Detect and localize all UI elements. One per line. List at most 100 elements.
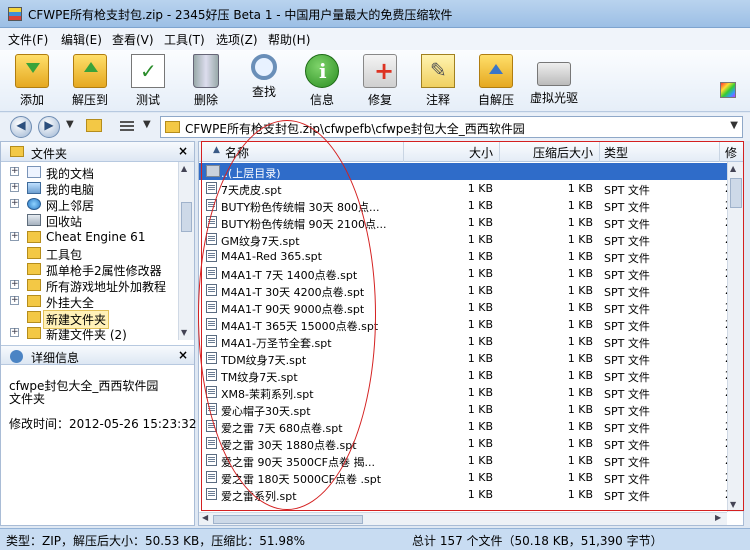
file-row[interactable]: 7天虎皮.spt1 KB1 KBSPT 文件2 <box>199 180 732 197</box>
info-button[interactable]: 信息 <box>295 52 349 110</box>
tree-item-new-folder[interactable]: 新建文件夹 <box>1 309 178 329</box>
menu-options[interactable]: 选项(Z) <box>216 31 258 48</box>
parent-directory-row[interactable]: ..(上层目录) <box>199 163 727 180</box>
tree-item-attribute-modifier[interactable]: 孤单枪手2属性修改器 <box>1 261 178 278</box>
expand-icon[interactable]: + <box>10 232 19 241</box>
file-row[interactable]: M4A1-Red 365.spt1 KB1 KBSPT 文件2 <box>199 248 732 265</box>
find-button[interactable]: 查找 <box>237 52 291 110</box>
view-mode-icon[interactable] <box>120 121 134 132</box>
column-divider[interactable] <box>719 142 720 162</box>
extract-to-button[interactable]: 解压到 <box>63 52 117 110</box>
history-dropdown-icon[interactable]: ▼ <box>66 119 74 130</box>
sfx-button[interactable]: 自解压 <box>469 52 523 110</box>
add-button[interactable]: 添加 <box>5 52 59 110</box>
menu-view[interactable]: 查看(V) <box>112 31 154 48</box>
expand-icon[interactable]: + <box>10 167 19 176</box>
scroll-up-icon[interactable]: ▲ <box>730 164 736 173</box>
folder-tree-scrollbar[interactable]: ▲ ▼ <box>178 162 194 340</box>
file-type: SPT 文件 <box>604 286 650 299</box>
view-dropdown-icon[interactable]: ▼ <box>143 119 151 130</box>
test-button[interactable]: 测试 <box>121 52 175 110</box>
tree-item-toolkit[interactable]: 工具包 <box>1 245 178 262</box>
file-row[interactable]: GM纹身7天.spt1 KB1 KBSPT 文件2 <box>199 231 732 248</box>
file-row[interactable]: 爱心帽子30天.spt1 KB1 KBSPT 文件2 <box>199 401 732 418</box>
scroll-down-icon[interactable]: ▼ <box>730 500 736 509</box>
menu-edit[interactable]: 编辑(E) <box>61 31 102 48</box>
menu-file[interactable]: 文件(F) <box>8 31 48 48</box>
file-row[interactable]: XM8-茉莉系列.spt1 KB1 KBSPT 文件2 <box>199 384 732 401</box>
column-modified[interactable]: 修 <box>725 144 737 161</box>
menu-tools[interactable]: 工具(T) <box>164 31 205 48</box>
tree-item-recycle-bin[interactable]: 回收站 <box>1 212 178 229</box>
file-row[interactable]: BUTY粉色传统帽 30天 800点...1 KB1 KBSPT 文件2 <box>199 197 732 214</box>
column-divider[interactable] <box>599 142 600 162</box>
expand-icon[interactable]: + <box>10 328 19 337</box>
file-size: 1 KB <box>467 233 493 246</box>
scroll-up-icon[interactable]: ▲ <box>181 164 187 173</box>
file-packed-size: 1 KB <box>567 250 593 263</box>
scroll-thumb[interactable] <box>730 178 742 208</box>
file-size: 1 KB <box>467 301 493 314</box>
file-row[interactable]: M4A1-T 30天 4200点卷.spt1 KB1 KBSPT 文件2 <box>199 282 732 299</box>
expand-icon[interactable]: + <box>10 296 19 305</box>
repair-button[interactable]: 修复 <box>353 52 407 110</box>
file-row[interactable]: 爱之雷 30天 1880点卷.spt1 KB1 KBSPT 文件2 <box>199 435 732 452</box>
scroll-down-icon[interactable]: ▼ <box>181 328 187 337</box>
left-panel: 文件夹 × + 我的文档 + 我的电脑 + 网上邻居 回收站 + Cheat E… <box>0 141 196 526</box>
file-packed-size: 1 KB <box>567 182 593 195</box>
add-archive-icon <box>15 54 49 88</box>
tree-item-game-addresses[interactable]: + 所有游戏地址外加教程 <box>1 277 178 294</box>
file-row[interactable]: 爱之雷 180天 5000CF点卷 .spt1 KB1 KBSPT 文件2 <box>199 469 732 486</box>
file-name: 爱之雷 180天 5000CF点卷 .spt <box>221 473 382 486</box>
close-icon[interactable]: × <box>178 348 188 362</box>
scroll-left-icon[interactable]: ◀ <box>202 513 208 522</box>
file-row[interactable]: 爱之雷 7天 680点卷.spt1 KB1 KBSPT 文件2 <box>199 418 732 435</box>
file-list-scrollbar[interactable]: ▲ ▼ <box>727 162 743 512</box>
haozip-app-icon[interactable] <box>8 7 22 21</box>
file-row[interactable]: TM纹身7天.spt1 KB1 KBSPT 文件2 <box>199 367 732 384</box>
file-row[interactable]: 爱之雷 90天 3500CF点卷 揭...1 KB1 KBSPT 文件2 <box>199 452 732 469</box>
delete-button[interactable]: 删除 <box>179 52 233 110</box>
tree-item-new-folder-2[interactable]: + 新建文件夹 (2) <box>1 325 178 342</box>
virtual-drive-button[interactable]: 虚拟光驱 <box>527 52 581 110</box>
virtual-drive-label: 虚拟光驱 <box>529 91 578 105</box>
path-dropdown-icon[interactable]: ▼ <box>730 120 738 131</box>
file-row[interactable]: M4A1-T 7天 1400点卷.spt1 KB1 KBSPT 文件2 <box>199 265 732 282</box>
file-row[interactable]: M4A1-T 365天 15000点卷.spt1 KB1 KBSPT 文件2 <box>199 316 732 333</box>
scroll-right-icon[interactable]: ▶ <box>715 513 721 522</box>
column-divider[interactable] <box>499 142 500 162</box>
file-row[interactable]: BUTY粉色传统帽 90天 2100点...1 KB1 KBSPT 文件2 <box>199 214 732 231</box>
file-row[interactable]: M4A1-T 90天 9000点卷.spt1 KB1 KBSPT 文件2 <box>199 299 732 316</box>
file-list-hscrollbar[interactable]: ◀ ▶ <box>199 512 727 525</box>
tree-item-label: Cheat Engine 61 <box>46 230 146 244</box>
file-row[interactable]: M4A1-万圣节全套.spt1 KB1 KBSPT 文件2 <box>199 333 732 350</box>
file-size: 1 KB <box>467 386 493 399</box>
tree-item-cheat-engine[interactable]: + Cheat Engine 61 <box>1 229 178 245</box>
file-packed-size: 1 KB <box>567 199 593 212</box>
menu-help[interactable]: 帮助(H) <box>268 31 310 48</box>
tree-item-plugins[interactable]: + 外挂大全 <box>1 293 178 310</box>
tree-item-my-computer[interactable]: + 我的电脑 <box>1 180 178 197</box>
back-button[interactable]: ◀ <box>10 116 32 138</box>
file-row[interactable]: 爱之雷系列.spt1 KB1 KBSPT 文件2 <box>199 486 732 503</box>
expand-icon[interactable]: + <box>10 183 19 192</box>
forward-button[interactable]: ▶ <box>38 116 60 138</box>
file-row[interactable]: TDM纹身7天.spt1 KB1 KBSPT 文件2 <box>199 350 732 367</box>
close-icon[interactable]: × <box>178 144 188 158</box>
scroll-thumb[interactable] <box>213 515 363 524</box>
scroll-thumb[interactable] <box>181 202 192 232</box>
column-name[interactable]: 名称 <box>225 144 249 161</box>
column-divider[interactable] <box>403 142 404 162</box>
column-type[interactable]: 类型 <box>604 144 628 161</box>
expand-icon[interactable]: + <box>10 280 19 289</box>
column-size[interactable]: 大小 <box>469 144 493 161</box>
up-folder-icon[interactable] <box>86 119 102 132</box>
tree-item-network[interactable]: + 网上邻居 <box>1 196 178 213</box>
column-packed-size[interactable]: 压缩后大小 <box>533 144 593 161</box>
skin-color-icon[interactable] <box>720 82 736 98</box>
path-input[interactable]: CFWPE所有枪支封包.zip\cfwpefb\cfwpe封包大全_西西软件园 … <box>160 116 743 138</box>
file-type: SPT 文件 <box>604 439 650 452</box>
tree-item-my-documents[interactable]: + 我的文档 <box>1 164 178 181</box>
expand-icon[interactable]: + <box>10 199 19 208</box>
comment-button[interactable]: 注释 <box>411 52 465 110</box>
